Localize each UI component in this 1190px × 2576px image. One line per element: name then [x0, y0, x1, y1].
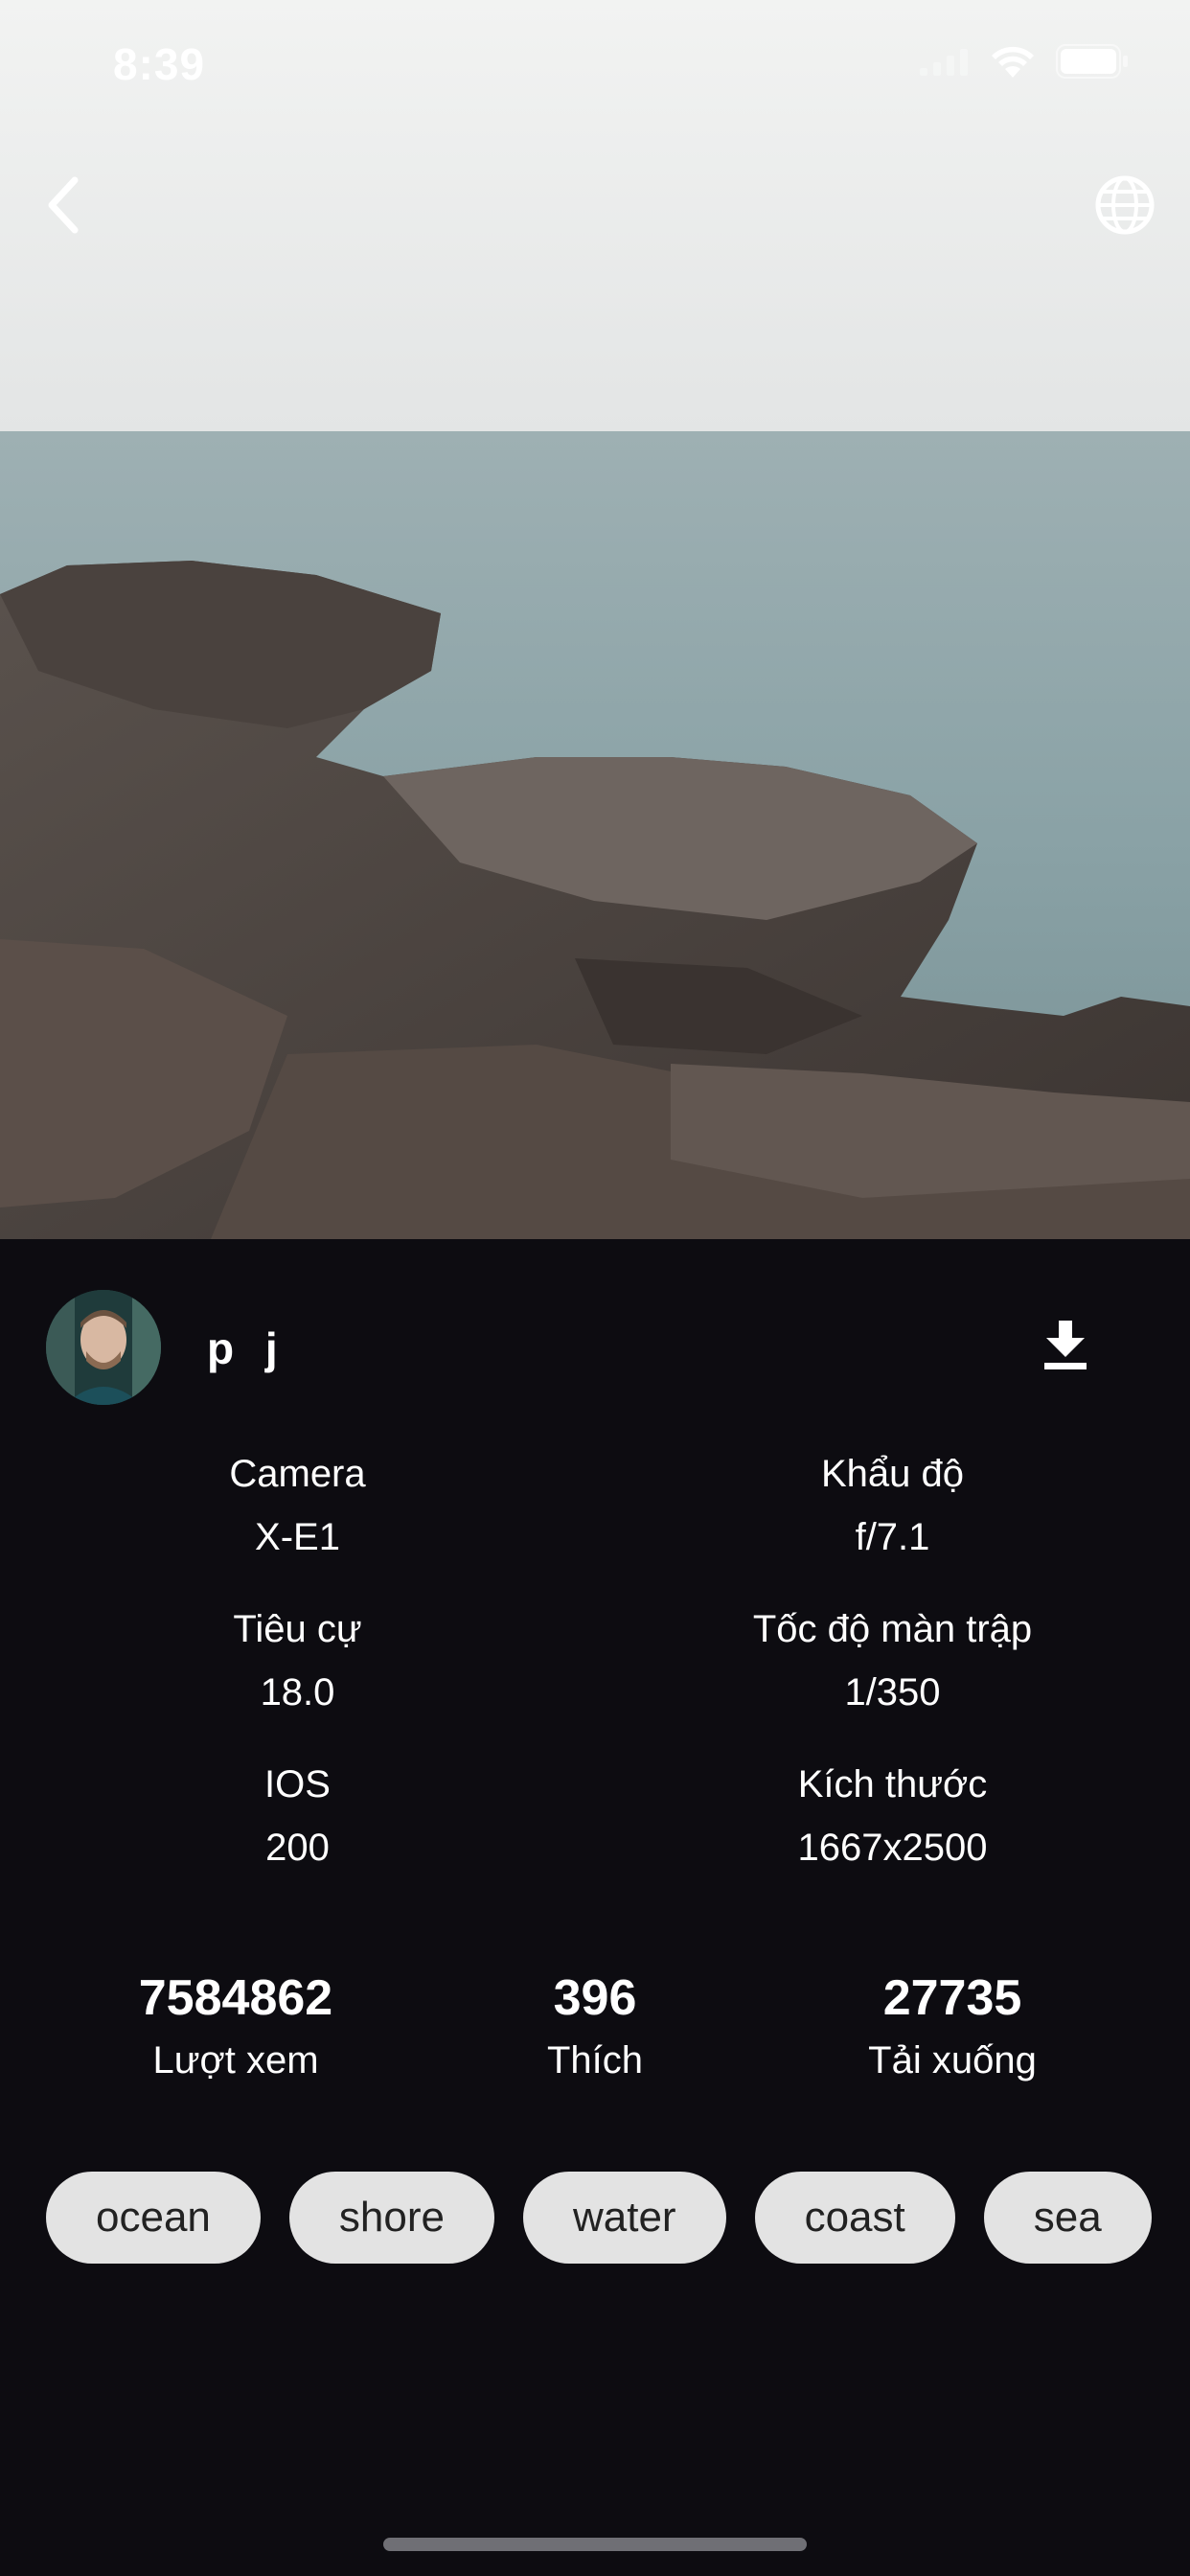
exif-label: Kích thước — [797, 1763, 988, 1806]
tag-chip[interactable]: shore — [288, 2172, 494, 2264]
status-time: 8:39 — [113, 39, 206, 89]
status-icons — [920, 44, 1129, 83]
exif-focal-length: Tiêu cự 18.0 — [0, 1602, 595, 1719]
tag-chip[interactable]: ocean — [46, 2172, 261, 2264]
exif-dimensions: Kích thước 1667x2500 — [595, 1758, 1190, 1874]
stat-label: Lượt xem — [152, 2039, 319, 2082]
download-icon — [1042, 1320, 1088, 1375]
open-in-browser-button[interactable] — [1085, 167, 1165, 247]
stat-label: Tải xuống — [868, 2039, 1037, 2082]
signal-icon — [920, 47, 970, 80]
back-button[interactable] — [23, 167, 103, 247]
exif-iso: IOS 200 — [0, 1758, 595, 1874]
battery-icon — [1056, 44, 1129, 83]
stat-value: 396 — [553, 1970, 637, 2026]
avatar[interactable] — [46, 1290, 161, 1405]
globe-icon — [1094, 174, 1156, 241]
tag-list: ocean shore water coast sea — [46, 2172, 1190, 2264]
stat-value: 7584862 — [138, 1970, 333, 2026]
stat-likes: 396 Thích — [451, 1968, 739, 2087]
exif-label: Camera — [229, 1453, 366, 1495]
exif-aperture: Khẩu độ f/7.1 — [595, 1447, 1190, 1564]
exif-value: 200 — [265, 1827, 330, 1869]
download-button[interactable] — [1025, 1307, 1106, 1388]
exif-value: 18.0 — [260, 1671, 335, 1714]
exif-label: IOS — [264, 1763, 331, 1806]
exif-label: Tốc độ màn trập — [752, 1608, 1033, 1650]
tag-chip[interactable]: coast — [754, 2172, 955, 2264]
home-indicator[interactable] — [383, 2538, 807, 2551]
stat-views: 7584862 Lượt xem — [92, 1968, 379, 2087]
author-row: p j — [46, 1290, 1144, 1405]
tag-chip[interactable]: water — [522, 2172, 726, 2264]
stat-value: 27735 — [882, 1970, 1022, 2026]
exif-value: f/7.1 — [855, 1516, 930, 1558]
exif-value: 1/350 — [844, 1671, 941, 1714]
stat-label: Thích — [546, 2039, 644, 2082]
author-name[interactable]: p j — [207, 1322, 287, 1374]
photo — [0, 0, 1190, 1239]
wifi-icon — [991, 45, 1035, 82]
exif-value: X-E1 — [255, 1516, 340, 1558]
stats-row: 7584862 Lượt xem 396 Thích 27735 Tải xuố… — [0, 1968, 1190, 2103]
tag-chip[interactable]: sea — [983, 2172, 1152, 2264]
exif-shutter-speed: Tốc độ màn trập 1/350 — [595, 1602, 1190, 1719]
status-bar: 8:39 — [0, 0, 1190, 128]
exif-label: Khẩu độ — [820, 1453, 965, 1495]
exif-camera: Camera X-E1 — [0, 1447, 595, 1564]
stat-downloads: 27735 Tải xuống — [809, 1968, 1096, 2087]
exif-value: 1667x2500 — [797, 1827, 988, 1869]
exif-label: Tiêu cự — [233, 1608, 362, 1650]
chevron-left-icon — [44, 174, 82, 241]
